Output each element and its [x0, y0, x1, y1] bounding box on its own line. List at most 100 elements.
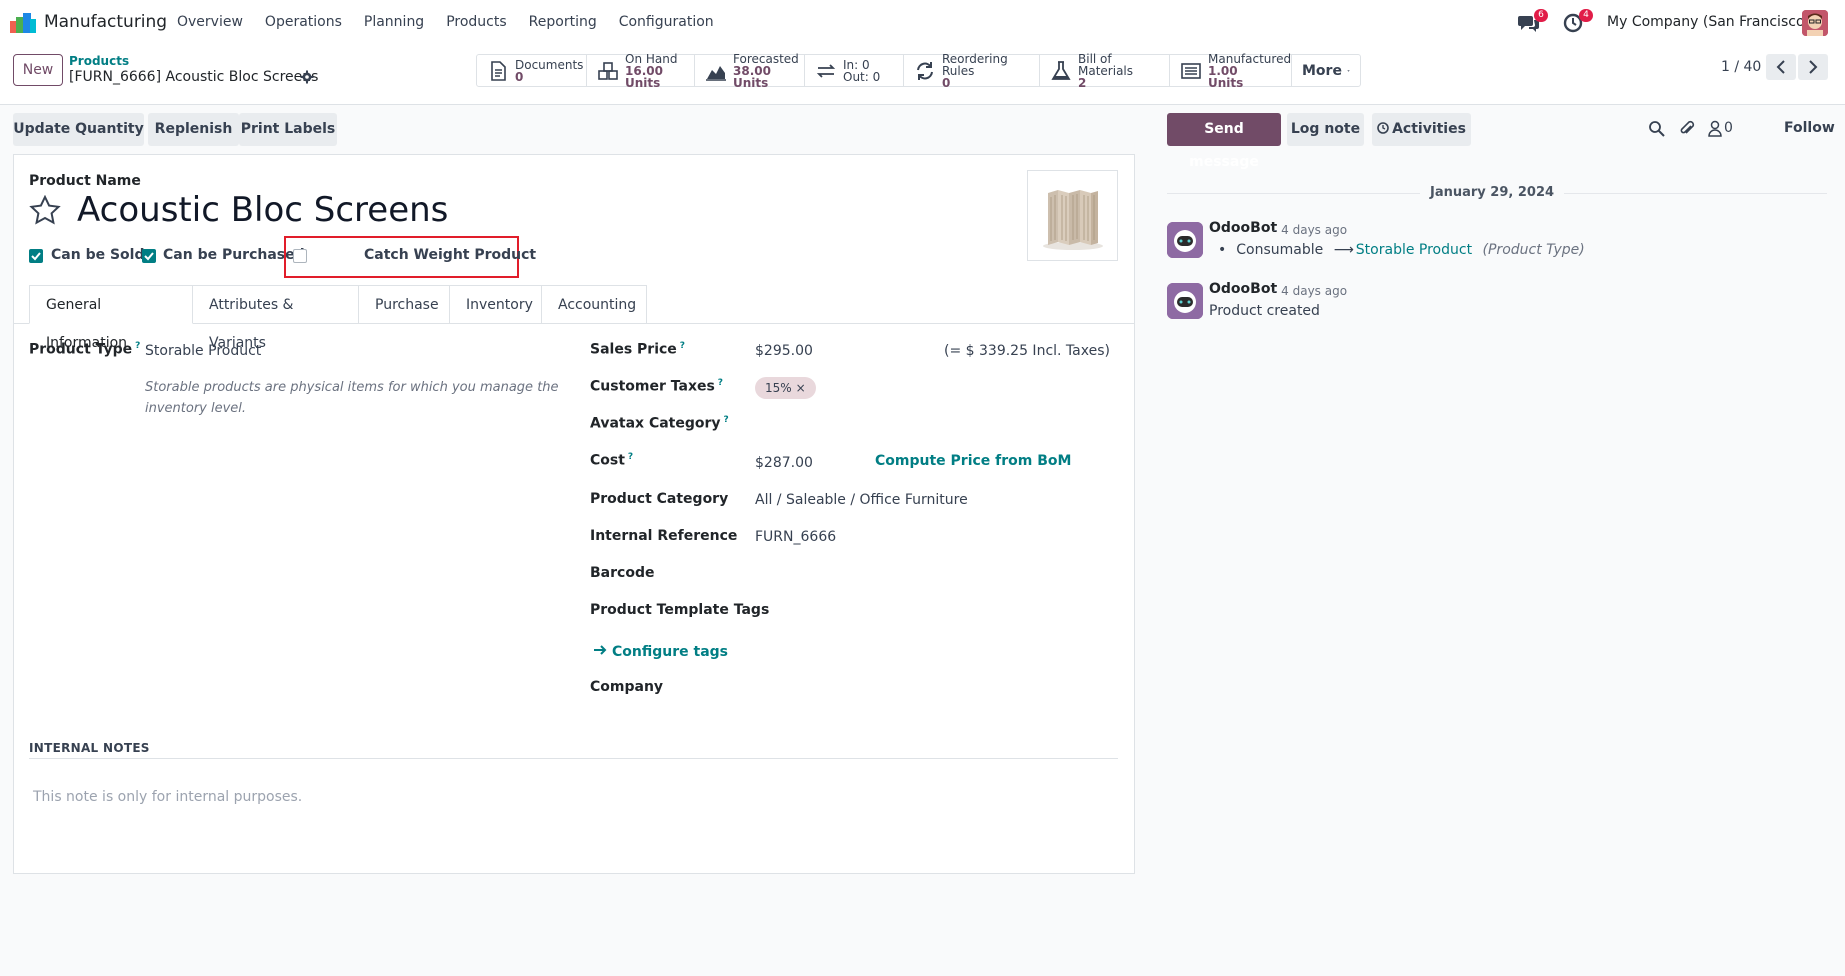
message-author[interactable]: OdooBot: [1209, 220, 1277, 236]
product-name-label: Product Name: [29, 173, 141, 189]
gear-icon[interactable]: [300, 70, 314, 84]
menu-planning[interactable]: Planning: [364, 14, 424, 30]
cost-value[interactable]: $287.00: [755, 455, 813, 471]
more-stat-button[interactable]: More: [1292, 55, 1360, 86]
template-tags-label: Product Template Tags: [590, 602, 770, 618]
activities-button[interactable]: 4: [1563, 9, 1593, 33]
robot-icon: [1167, 222, 1203, 258]
catch-weight-checkbox[interactable]: [293, 249, 307, 263]
can-be-purchased-checkbox[interactable]: [142, 249, 156, 263]
catch-weight-label[interactable]: Catch Weight Product: [364, 247, 536, 263]
tab-accounting[interactable]: Accounting: [542, 285, 647, 324]
update-quantity-button[interactable]: Update Quantity: [13, 113, 144, 146]
compute-price-from-bom-button[interactable]: Compute Price from BoM: [875, 453, 1071, 469]
list-alt-icon: [1181, 62, 1201, 79]
log-note-button[interactable]: Log note: [1287, 113, 1364, 146]
area-chart-icon: [706, 65, 726, 81]
internal-reference-value[interactable]: FURN_6666: [755, 529, 836, 545]
followers-count[interactable]: 0: [1724, 120, 1733, 136]
internal-notes-title: INTERNAL NOTES: [29, 741, 150, 755]
control-panel: New Products [FURN_6666] Acoustic Bloc S…: [0, 46, 1845, 105]
tracking-change: • Consumable ⟶ Storable Product (Product T…: [1218, 242, 1585, 258]
old-value: Consumable: [1236, 242, 1324, 258]
form-tabs: General Information Attributes & Variant…: [29, 285, 647, 351]
date-label: January 29, 2024: [1420, 185, 1565, 200]
menu-operations[interactable]: Operations: [265, 14, 342, 30]
tab-purchase[interactable]: Purchase: [359, 285, 450, 324]
main-menu: Overview Operations Planning Products Re…: [177, 14, 736, 30]
tab-attributes-variants[interactable]: Attributes & Variants: [193, 285, 359, 351]
pager-next-button[interactable]: [1798, 54, 1828, 80]
pager-previous-button[interactable]: [1766, 54, 1796, 80]
activities-button-chatter[interactable]: Activities: [1372, 113, 1471, 146]
replenish-button[interactable]: Replenish: [148, 113, 239, 146]
sales-price-incl-taxes: (= $ 339.25 Incl. Taxes): [944, 343, 1110, 359]
product-category-value[interactable]: All / Saleable / Office Furniture: [755, 492, 968, 508]
paperclip-icon[interactable]: [1679, 120, 1696, 137]
search-icon[interactable]: [1648, 120, 1665, 137]
refresh-icon: [917, 61, 933, 80]
arrow-right-icon: ⟶: [1333, 242, 1354, 258]
user-avatar[interactable]: [1802, 10, 1828, 36]
product-title[interactable]: Acoustic Bloc Screens: [77, 190, 448, 230]
remove-tag-icon[interactable]: ×: [796, 381, 806, 395]
cubes-icon: [598, 61, 618, 80]
exchange-icon: [816, 63, 836, 78]
can-be-sold-checkbox[interactable]: [29, 249, 43, 263]
configure-tags-link[interactable]: Configure tags: [593, 644, 728, 660]
in-out-stat-button[interactable]: In: 0 Out: 0: [805, 55, 904, 86]
pager-value[interactable]: 1 / 40: [1721, 59, 1761, 75]
message-body: Product created: [1209, 303, 1320, 319]
manufacturing-app-icon[interactable]: [10, 13, 36, 33]
send-message-button[interactable]: Send message: [1167, 113, 1281, 170]
top-navbar: Manufacturing Overview Operations Planni…: [0, 0, 1845, 46]
company-switcher[interactable]: My Company (San Francisco): [1607, 14, 1810, 30]
customer-taxes-label: Customer Taxes?: [590, 378, 724, 395]
breadcrumb-products[interactable]: Products: [69, 54, 129, 68]
product-type-hint: Storable products are physical items for…: [145, 380, 559, 416]
favorite-star-icon[interactable]: [29, 195, 61, 225]
can-be-sold-label[interactable]: Can be Sold: [51, 247, 144, 263]
message-time: - 4 days ago: [1273, 223, 1348, 237]
tab-inventory[interactable]: Inventory: [450, 285, 542, 324]
product-category-label: Product Category: [590, 491, 729, 507]
messaging-button[interactable]: 6: [1518, 9, 1548, 33]
new-button[interactable]: New: [13, 54, 63, 86]
product-type-label: Product Type?: [29, 341, 141, 358]
robot-icon: [1167, 283, 1203, 319]
odoobot-avatar[interactable]: [1167, 283, 1203, 319]
menu-overview[interactable]: Overview: [177, 14, 243, 30]
followers-user-icon[interactable]: [1708, 120, 1722, 137]
app-name[interactable]: Manufacturing: [44, 12, 167, 32]
menu-reporting[interactable]: Reporting: [529, 14, 597, 30]
sales-price-value[interactable]: $295.00: [755, 343, 813, 359]
forecasted-stat-button[interactable]: Forecasted 38.00 Units: [695, 53, 805, 89]
odoobot-avatar[interactable]: [1167, 222, 1203, 258]
print-labels-button[interactable]: Print Labels: [239, 113, 337, 146]
message-author[interactable]: OdooBot: [1209, 281, 1277, 297]
checkmark-icon: [31, 252, 41, 261]
new-value: Storable Product: [1355, 242, 1473, 258]
on-hand-stat-button[interactable]: On Hand 16.00 Units: [587, 53, 695, 89]
internal-notes-field[interactable]: This note is only for internal purposes.: [33, 789, 302, 805]
reordering-rules-stat-button[interactable]: Reordering Rules 0: [904, 53, 1040, 89]
bill-of-materials-stat-button[interactable]: Bill of Materials 2: [1040, 53, 1170, 89]
tax-tag[interactable]: 15% ×: [755, 377, 816, 399]
tab-general-information[interactable]: General Information: [29, 285, 193, 351]
avatax-category-label: Avatax Category?: [590, 415, 729, 432]
manufactured-stat-button[interactable]: Manufactured 1.00 Units: [1170, 53, 1292, 89]
chevron-left-icon: [1776, 60, 1785, 74]
breadcrumb-current: [FURN_6666] Acoustic Bloc Screens: [69, 69, 319, 85]
barcode-label: Barcode: [590, 565, 655, 581]
caret-down-icon: [1347, 69, 1350, 72]
flask-icon: [1051, 60, 1071, 80]
follow-button[interactable]: Follow: [1784, 120, 1835, 136]
menu-configuration[interactable]: Configuration: [619, 14, 714, 30]
company-label: Company: [590, 679, 664, 695]
internal-reference-label: Internal Reference: [590, 528, 738, 544]
menu-products[interactable]: Products: [446, 14, 506, 30]
cost-label: Cost?: [590, 452, 634, 469]
documents-stat-button[interactable]: Documents 0: [477, 55, 587, 86]
product-image[interactable]: [1027, 170, 1118, 261]
product-type-value[interactable]: Storable Product: [145, 343, 261, 359]
